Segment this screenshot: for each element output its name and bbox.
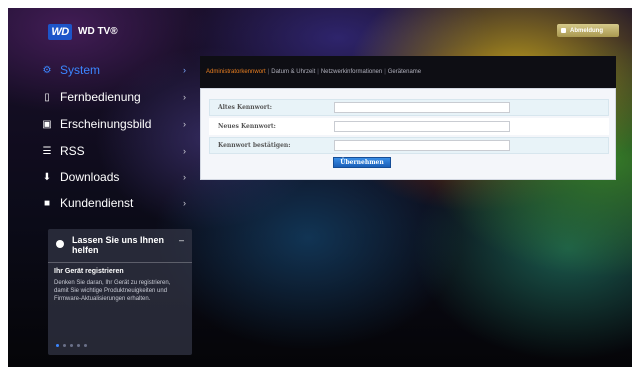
remote-icon: ▯ <box>44 91 50 103</box>
logout-button[interactable]: Abmeldung <box>557 24 619 37</box>
form-row-new-password: Neues Kennwort: <box>209 118 609 135</box>
tab-admin-password[interactable]: Administratorkennwort <box>206 69 266 75</box>
help-panel: Lassen Sie uns Ihnen helfen – Ihr Gerät … <box>48 229 192 355</box>
tab-device-name[interactable]: Gerätename <box>388 69 421 75</box>
tab-separator: | <box>384 69 386 75</box>
wd-logo: WD <box>48 24 72 40</box>
sidebar-item-rss[interactable]: ☰ RSS › <box>40 140 192 162</box>
tv-frame: WD WD TV® Abmeldung ⚙ System › ▯ Fernbed… <box>0 0 640 375</box>
collapse-icon[interactable]: – <box>179 235 184 245</box>
sidebar-item-label: System <box>60 63 101 77</box>
sidebar-item-label: Downloads <box>60 170 120 184</box>
chevron-right-icon: › <box>183 65 186 75</box>
confirm-password-label: Kennwort bestätigen: <box>218 142 291 149</box>
new-password-input[interactable] <box>334 121 510 132</box>
logout-label: Abmeldung <box>570 27 603 34</box>
form-row-old-password: Altes Kennwort: <box>209 99 609 116</box>
download-icon: ⬇ <box>42 171 52 183</box>
sidebar-item-support[interactable]: ■ Kundendienst › <box>40 192 192 214</box>
form-row-confirm-password: Kennwort bestätigen: <box>209 137 609 154</box>
pagination-dot[interactable] <box>84 344 87 347</box>
new-password-label: Neues Kennwort: <box>218 123 276 130</box>
pagination-dots[interactable] <box>56 344 87 347</box>
sidebar-item-label: Kundendienst <box>60 196 134 210</box>
brand-title: WD TV® <box>78 26 118 37</box>
tab-separator: | <box>317 69 319 75</box>
sidebar-item-appearance[interactable]: ▣ Erscheinungsbild › <box>40 113 192 135</box>
support-icon: ■ <box>43 197 51 209</box>
chevron-right-icon: › <box>183 119 186 129</box>
pagination-dot[interactable] <box>70 344 73 347</box>
picture-icon: ▣ <box>42 118 52 130</box>
password-form: Altes Kennwort: Neues Kennwort: Kennwort… <box>200 88 616 180</box>
tab-network-info[interactable]: Netzwerkinformationen <box>321 69 382 75</box>
apply-button[interactable]: Übernehmen <box>333 157 391 168</box>
lock-icon <box>561 28 566 33</box>
confirm-password-input[interactable] <box>334 140 510 151</box>
settings-tabs: Administratorkennwort | Datum & Uhrzeit … <box>200 56 616 88</box>
chevron-right-icon: › <box>183 92 186 102</box>
tab-separator: | <box>267 69 270 75</box>
info-icon <box>56 240 64 248</box>
help-panel-subtitle: Ihr Gerät registrieren <box>54 268 124 275</box>
sidebar-item-label: RSS <box>60 144 85 158</box>
old-password-input[interactable] <box>334 102 510 113</box>
old-password-label: Altes Kennwort: <box>218 104 272 111</box>
help-panel-title: Lassen Sie uns Ihnen helfen <box>72 235 165 255</box>
chevron-right-icon: › <box>183 198 186 208</box>
chevron-right-icon: › <box>183 172 186 182</box>
sidebar-item-remote[interactable]: ▯ Fernbedienung › <box>40 86 192 108</box>
tab-date-time[interactable]: Datum & Uhrzeit <box>271 69 315 75</box>
sidebar-item-downloads[interactable]: ⬇ Downloads › <box>40 166 192 188</box>
gear-icon: ⚙ <box>42 64 52 76</box>
help-panel-body: Denken Sie daran, Ihr Gerät zu registrie… <box>54 280 171 302</box>
pagination-dot[interactable] <box>77 344 80 347</box>
sidebar-item-label: Erscheinungsbild <box>60 117 152 131</box>
help-panel-header[interactable]: Lassen Sie uns Ihnen helfen – <box>48 229 192 263</box>
sidebar-item-system[interactable]: ⚙ System › <box>40 59 192 81</box>
pagination-dot[interactable] <box>56 344 59 347</box>
sidebar-item-label: Fernbedienung <box>60 90 141 104</box>
pagination-dot[interactable] <box>63 344 66 347</box>
rss-icon: ☰ <box>42 145 52 157</box>
chevron-right-icon: › <box>183 146 186 156</box>
